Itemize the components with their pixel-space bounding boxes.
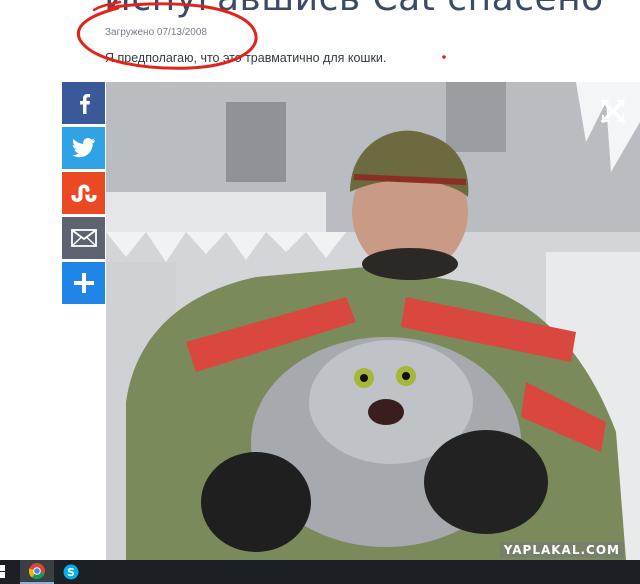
facebook-share-button[interactable] <box>62 82 105 124</box>
article-photo: YAPLAKAL.COM <box>106 82 640 560</box>
taskbar: S <box>0 560 640 584</box>
more-share-button[interactable] <box>62 262 105 304</box>
start-icon <box>0 565 5 578</box>
twitter-share-button[interactable] <box>62 127 105 169</box>
share-bar <box>62 82 105 307</box>
taskbar-start[interactable] <box>0 560 16 584</box>
plus-icon <box>73 273 94 293</box>
email-share-button[interactable] <box>62 217 105 259</box>
page-title: Испугавшись Cat спасено <box>104 0 604 19</box>
facebook-icon <box>79 94 90 114</box>
taskbar-chrome[interactable] <box>20 560 54 584</box>
skype-icon: S <box>63 564 79 580</box>
chrome-icon <box>29 563 45 579</box>
envelope-icon <box>70 229 97 247</box>
close-icon[interactable] <box>600 98 626 124</box>
photo-illustration <box>106 82 640 560</box>
svg-text:S: S <box>67 566 75 579</box>
article-caption: Я предполагаю, что это травматично для к… <box>105 51 387 65</box>
watermark: YAPLAKAL.COM <box>499 542 624 558</box>
upload-date: Загружено 07/13/2008 <box>105 27 207 38</box>
stumbleupon-share-button[interactable] <box>62 172 105 214</box>
twitter-icon <box>71 138 95 158</box>
stumbleupon-icon <box>71 184 96 202</box>
taskbar-skype[interactable]: S <box>54 560 88 584</box>
